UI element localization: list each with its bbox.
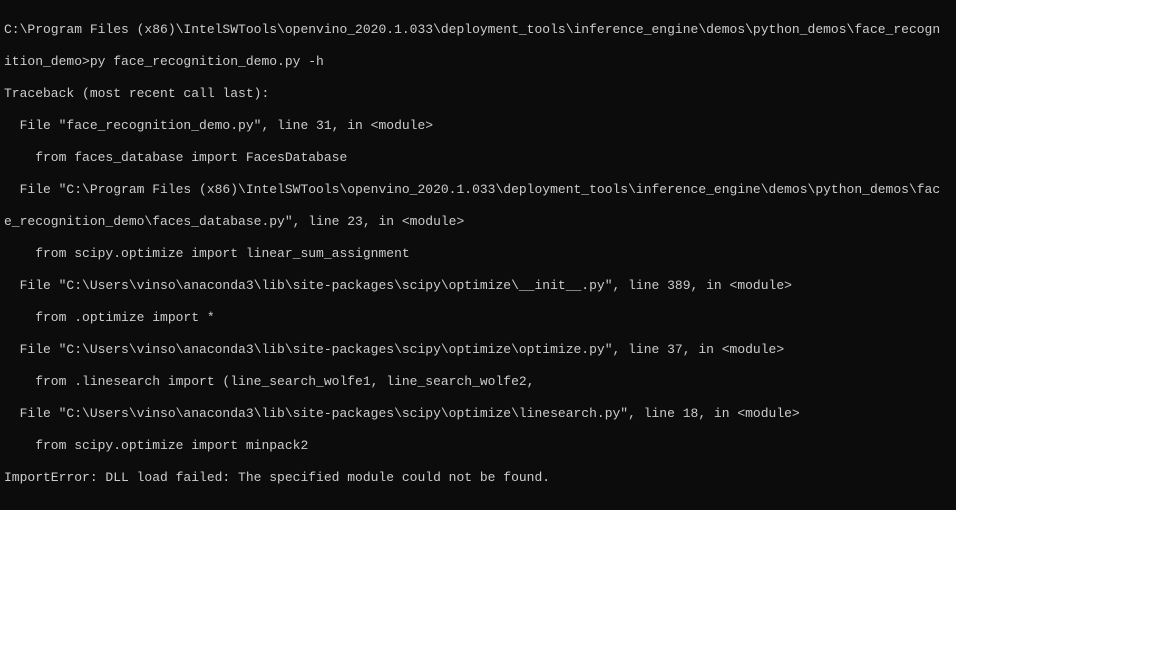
terminal-line: from .optimize import * (4, 310, 952, 326)
terminal-window[interactable]: C:\Program Files (x86)\IntelSWTools\open… (0, 0, 956, 510)
terminal-line: from .linesearch import (line_search_wol… (4, 374, 952, 390)
terminal-line: Traceback (most recent call last): (4, 86, 952, 102)
terminal-line: File "face_recognition_demo.py", line 31… (4, 118, 952, 134)
terminal-line: from faces_database import FacesDatabase (4, 150, 952, 166)
terminal-line: ition_demo>py face_recognition_demo.py -… (4, 54, 952, 70)
terminal-line: from scipy.optimize import linear_sum_as… (4, 246, 952, 262)
terminal-line: File "C:\Users\vinso\anaconda3\lib\site-… (4, 342, 952, 358)
terminal-line: from scipy.optimize import minpack2 (4, 438, 952, 454)
terminal-line: File "C:\Users\vinso\anaconda3\lib\site-… (4, 278, 952, 294)
stray-dot: . (740, 380, 743, 395)
terminal-line: ImportError: DLL load failed: The specif… (4, 470, 952, 486)
terminal-line: C:\Program Files (x86)\IntelSWTools\open… (4, 22, 952, 38)
terminal-line: File "C:\Users\vinso\anaconda3\lib\site-… (4, 406, 952, 422)
terminal-line: e_recognition_demo\faces_database.py", l… (4, 214, 952, 230)
terminal-line: File "C:\Program Files (x86)\IntelSWTool… (4, 182, 952, 198)
